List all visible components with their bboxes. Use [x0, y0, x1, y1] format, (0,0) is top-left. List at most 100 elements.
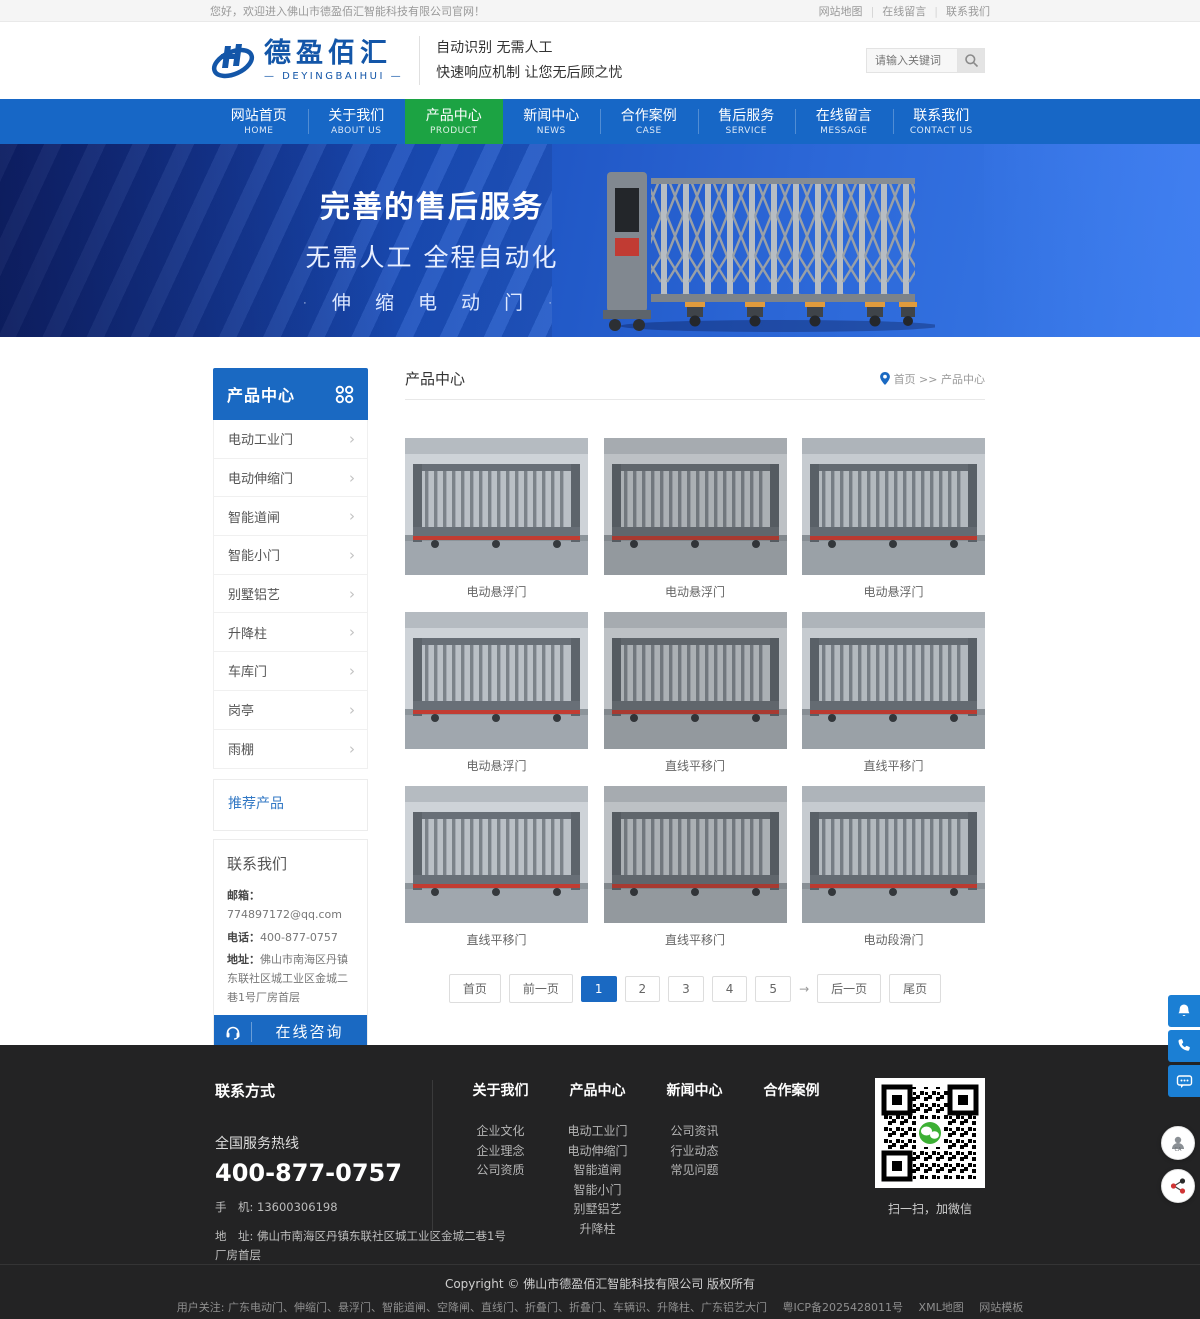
footer-col-title[interactable]: 关于我们: [452, 1080, 549, 1100]
topbar-link[interactable]: 联系我们: [926, 3, 990, 19]
product-card[interactable]: 直线平移门: [405, 786, 588, 948]
chevron-right-icon: ›: [349, 623, 355, 641]
pagination-item[interactable]: →: [799, 977, 809, 1001]
product-card[interactable]: 电动悬浮门: [604, 438, 787, 600]
nav-item-label-zh: 新闻中心: [523, 107, 579, 125]
share-button[interactable]: [1161, 1169, 1195, 1203]
product-image: [802, 438, 985, 575]
nav-item-label-en: CASE: [636, 126, 662, 136]
product-card[interactable]: 电动悬浮门: [802, 438, 985, 600]
search-button[interactable]: [958, 48, 985, 73]
footer-col-about: 关于我们 企业文化企业理念公司资质: [452, 1080, 549, 1239]
product-card[interactable]: 直线平移门: [604, 786, 787, 948]
pagination-item[interactable]: 4: [712, 976, 748, 1002]
footer-link[interactable]: 常见问题: [646, 1161, 743, 1181]
footer-col-title[interactable]: 产品中心: [549, 1080, 646, 1100]
contact-address: 地址：佛山市南海区丹镇东联社区城工业区金城二巷1号厂房首层: [227, 950, 354, 1008]
footer-link[interactable]: 智能小门: [549, 1181, 646, 1201]
pagination-item[interactable]: 后一页: [817, 974, 881, 1003]
footer-link[interactable]: 升降柱: [549, 1220, 646, 1240]
nav-item[interactable]: 网站首页 HOME: [210, 99, 308, 144]
footer-columns: 关于我们 企业文化企业理念公司资质 产品中心 电动工业门电动伸缩门智能道闸智能小…: [452, 1080, 840, 1239]
header: 德盈佰汇 — DEYINGBAIHUI — 自动识别 无需人工 快速响应机制 让…: [0, 22, 1200, 99]
notice-button[interactable]: [1168, 995, 1200, 1027]
pagination-item[interactable]: 前一页: [509, 974, 573, 1003]
nav-item[interactable]: 关于我们 ABOUT US: [308, 99, 406, 144]
product-grid: 电动悬浮门: [405, 438, 985, 948]
footer-link[interactable]: 电动伸缩门: [549, 1142, 646, 1162]
product-card[interactable]: 直线平移门: [604, 612, 787, 774]
sidebar-category-item[interactable]: 智能小门 ›: [214, 536, 367, 575]
pagination-item[interactable]: 2: [625, 976, 661, 1002]
sidebar-category-item[interactable]: 岗亭 ›: [214, 691, 367, 730]
nav-item[interactable]: 合作案例 CASE: [600, 99, 698, 144]
icp-number[interactable]: 粤ICP备2025428011号: [783, 1301, 904, 1314]
nav-item-label-en: NEWS: [537, 126, 566, 136]
floating-toolbar: [1168, 995, 1200, 1100]
pagination-item[interactable]: 3: [668, 976, 704, 1002]
footer-link[interactable]: 行业动态: [646, 1142, 743, 1162]
footer-col-news: 新闻中心 公司资讯行业动态常见问题: [646, 1080, 743, 1239]
nav-item[interactable]: 售后服务 SERVICE: [698, 99, 796, 144]
sidebar-category-item[interactable]: 升降柱 ›: [214, 613, 367, 652]
product-card[interactable]: 电动悬浮门: [405, 438, 588, 600]
recommend-title: 推荐产品: [228, 793, 353, 813]
template-link[interactable]: 网站模板: [979, 1301, 1023, 1314]
product-card[interactable]: 电动悬浮门: [405, 612, 588, 774]
nav-item[interactable]: 新闻中心 NEWS: [503, 99, 601, 144]
footer-link[interactable]: 智能道闸: [549, 1161, 646, 1181]
location-pin-icon: [880, 372, 890, 385]
product-name: 直线平移门: [604, 757, 787, 774]
sidebar-category-item[interactable]: 雨棚 ›: [214, 730, 367, 769]
search-input[interactable]: [866, 48, 958, 73]
product-name: 电动悬浮门: [802, 583, 985, 600]
bell-icon: [1176, 1003, 1192, 1019]
xml-sitemap-link[interactable]: XML地图: [919, 1301, 964, 1314]
logo[interactable]: 德盈佰汇 — DEYINGBAIHUI —: [210, 38, 403, 84]
pagination-item[interactable]: 1: [581, 976, 617, 1002]
logo-title: 德盈佰汇: [264, 39, 403, 69]
phone-button[interactable]: [1168, 1030, 1200, 1062]
svg-text:CA: CA: [1175, 1147, 1182, 1152]
sidebar-category-item[interactable]: 电动工业门 ›: [214, 420, 367, 459]
category-label: 升降柱: [228, 623, 267, 642]
footer-link[interactable]: 公司资讯: [646, 1122, 743, 1142]
product-card[interactable]: 电动段滑门: [802, 786, 985, 948]
category-label: 车库门: [228, 661, 267, 680]
nav-item[interactable]: 联系我们 CONTACT US: [893, 99, 991, 144]
sidebar: 产品中心 电动工业门 › 电动伸缩门: [213, 368, 368, 1050]
product-image: [604, 612, 787, 749]
header-slogan: 自动识别 无需人工 快速响应机制 让您无后顾之忧: [419, 36, 622, 85]
sidebar-category-item[interactable]: 电动伸缩门 ›: [214, 459, 367, 498]
footer-link[interactable]: 公司资质: [452, 1161, 549, 1181]
product-card[interactable]: 直线平移门: [802, 612, 985, 774]
sidebar-contact-box: 联系我们 邮箱：774897172@qq.com 电话：400-877-0757…: [213, 839, 368, 1050]
product-name: 直线平移门: [604, 931, 787, 948]
sidebar-category-item[interactable]: 智能道闸 ›: [214, 497, 367, 536]
phone-icon: [1176, 1038, 1192, 1054]
pagination: 首页 前一页 1 2 3 4 5 → 后一页 尾页: [405, 974, 985, 1003]
consult-button[interactable]: 在线咨询: [214, 1015, 367, 1049]
breadcrumb[interactable]: 首页 >> 产品中心: [880, 371, 985, 387]
message-button[interactable]: [1168, 1065, 1200, 1097]
headset-icon: [214, 1022, 252, 1042]
sidebar-category-item[interactable]: 车库门 ›: [214, 652, 367, 691]
pagination-item[interactable]: 首页: [449, 974, 501, 1003]
footer-link[interactable]: 企业理念: [452, 1142, 549, 1162]
sidebar-product-header: 产品中心: [213, 368, 368, 420]
footer-link[interactable]: 别墅铝艺: [549, 1200, 646, 1220]
footer-col-title[interactable]: 合作案例: [743, 1080, 840, 1100]
footer-col-title[interactable]: 新闻中心: [646, 1080, 743, 1100]
pagination-item[interactable]: 5: [755, 976, 791, 1002]
footer-link[interactable]: 电动工业门: [549, 1122, 646, 1142]
nav-item[interactable]: 在线留言 MESSAGE: [795, 99, 893, 144]
customer-service-button[interactable]: CA: [1161, 1126, 1195, 1160]
chevron-right-icon: ›: [349, 507, 355, 525]
topbar-link[interactable]: 网站地图: [819, 3, 863, 19]
nav-item[interactable]: 产品中心 PRODUCT: [405, 99, 503, 144]
keywords-line: 用户关注: 广东电动门、伸缩门、悬浮门、智能道闸、空降闸、直线门、折叠门、折叠门…: [0, 1299, 1200, 1315]
pagination-item[interactable]: 尾页: [889, 974, 941, 1003]
footer-link[interactable]: 企业文化: [452, 1122, 549, 1142]
sidebar-category-item[interactable]: 别墅铝艺 ›: [214, 575, 367, 614]
topbar-link[interactable]: 在线留言: [863, 3, 927, 19]
